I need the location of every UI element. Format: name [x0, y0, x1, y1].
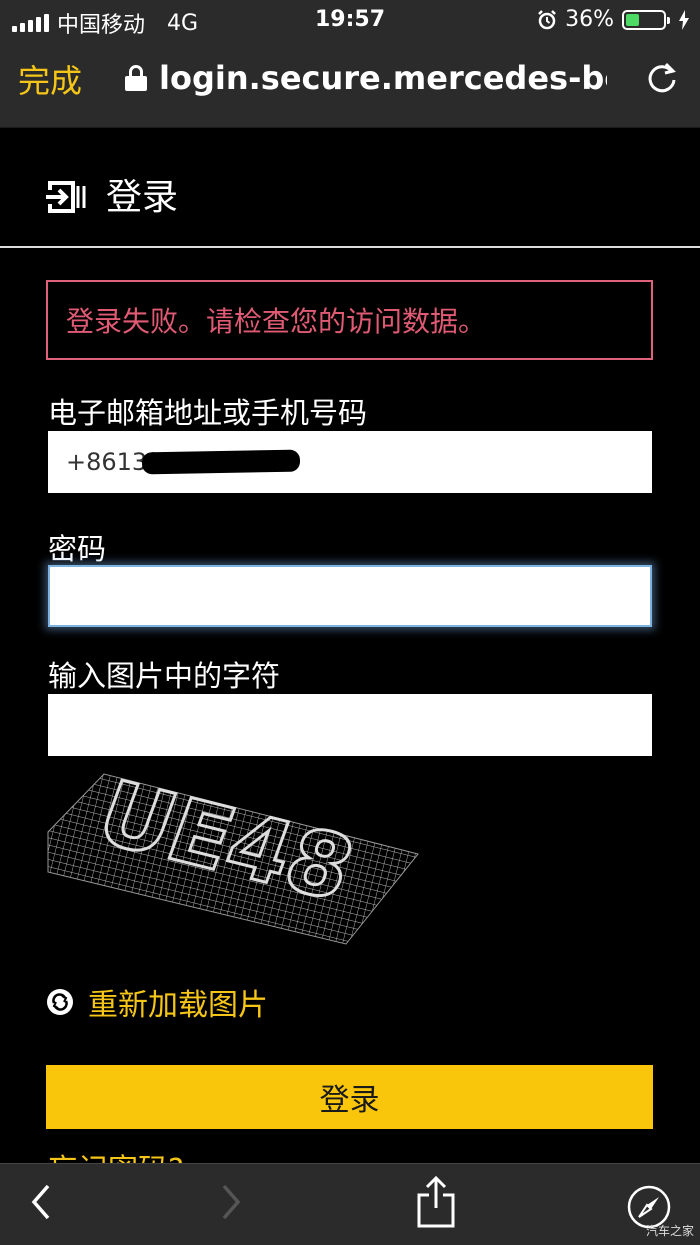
email-field[interactable]: [48, 431, 652, 493]
url-text: login.secure.mercedes-benz.com: [159, 59, 607, 97]
redaction-scribble: [141, 449, 301, 475]
alarm-icon: [538, 9, 556, 29]
address-bar[interactable]: login.secure.mercedes-benz.com: [125, 56, 607, 100]
login-button[interactable]: 登录: [46, 1065, 653, 1129]
captcha-field[interactable]: [48, 694, 652, 756]
reload-icon[interactable]: [646, 60, 678, 94]
reload-image-label: 重新加载图片: [88, 988, 268, 1023]
chevron-right-icon[interactable]: [218, 1182, 244, 1222]
password-field[interactable]: [48, 565, 652, 627]
browser-bar: 完成 login.secure.mercedes-benz.com: [0, 40, 700, 128]
page-title: 登录: [106, 177, 179, 218]
login-icon: [46, 181, 86, 213]
error-message: 登录失败。请检查您的访问数据。: [66, 305, 487, 338]
browser-toolbar: 汽车之家: [0, 1163, 700, 1245]
status-right: 36%: [537, 7, 690, 32]
battery-fill: [626, 13, 639, 26]
forgot-password-link[interactable]: 忘记密码?: [48, 1145, 184, 1165]
page-header: 登录: [0, 128, 700, 248]
status-bar: 中国移动 4G 19:57 36%: [0, 0, 700, 40]
battery-percent: 36%: [565, 7, 614, 32]
watermark: 汽车之家: [645, 1224, 694, 1238]
reload-image-link[interactable]: 重新加载图片: [46, 980, 268, 1024]
charging-bolt-icon: [679, 9, 689, 30]
refresh-icon: [47, 989, 73, 1015]
error-alert: 登录失败。请检查您的访问数据。: [46, 280, 653, 360]
chevron-left-icon[interactable]: [28, 1182, 54, 1222]
captcha-label: 输入图片中的字符: [48, 659, 281, 693]
share-icon[interactable]: [416, 1176, 456, 1228]
email-label: 电子邮箱地址或手机号码: [48, 396, 368, 430]
done-button[interactable]: 完成: [18, 56, 82, 102]
lock-icon: [125, 65, 147, 91]
password-label: 密码: [48, 532, 107, 566]
captcha-image: UE48: [47, 772, 419, 945]
battery-icon: [622, 9, 670, 30]
